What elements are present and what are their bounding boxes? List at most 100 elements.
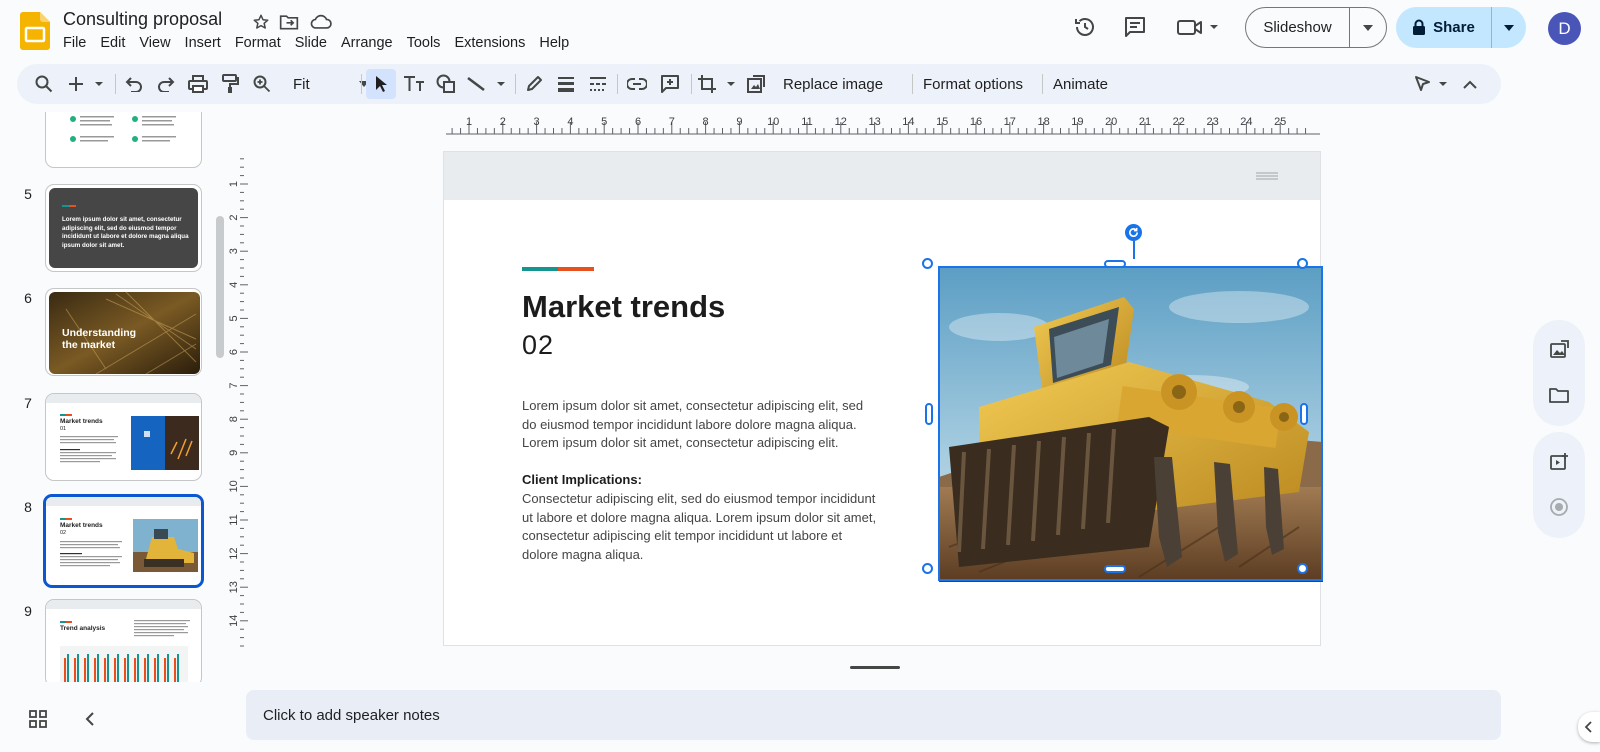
cloud-saved-icon[interactable] [310, 11, 332, 33]
slide-title[interactable]: Market trends [522, 289, 725, 325]
slide-filmstrip: 5 Lorem ipsum dolor sit amet, consectetu… [0, 112, 240, 682]
insert-link-icon[interactable] [622, 69, 652, 99]
comments-icon[interactable] [1117, 9, 1153, 45]
slide-canvas[interactable]: Market trends 02 Lorem ipsum dolor sit a… [245, 134, 1501, 646]
resize-handle-bottom[interactable] [1104, 565, 1126, 573]
ruler-label: 14 [228, 615, 240, 627]
menu-arrange[interactable]: Arrange [334, 33, 400, 53]
format-options-button[interactable]: Format options [919, 69, 1027, 99]
explore-image-icon[interactable] [1547, 338, 1571, 362]
slide-thumbnail-5[interactable]: Lorem ipsum dolor sit amet, consectetur … [45, 184, 202, 272]
text-box-icon[interactable] [399, 69, 429, 99]
record-icon[interactable] [1547, 495, 1571, 519]
replace-image-button[interactable]: Replace image [779, 69, 887, 99]
border-color-icon[interactable] [519, 69, 549, 99]
resize-handle-left[interactable] [925, 403, 933, 425]
resize-handle-bottom-left[interactable] [922, 563, 933, 574]
print-icon[interactable] [183, 69, 213, 99]
slide-thumbnail-9[interactable]: Trend analysis [45, 599, 202, 682]
replace-image-label: Replace image [783, 75, 884, 93]
undo-icon[interactable] [119, 69, 149, 99]
star-icon[interactable] [250, 11, 272, 33]
resize-handle-top-left[interactable] [922, 258, 933, 269]
redo-icon[interactable] [151, 69, 181, 99]
folder-icon[interactable] [1547, 383, 1571, 407]
select-tool-icon[interactable] [366, 69, 396, 99]
pointer-mode-icon[interactable] [1411, 69, 1455, 99]
border-weight-icon[interactable] [551, 69, 581, 99]
reset-image-icon[interactable] [741, 69, 771, 99]
slide-thumbnail-6[interactable]: Understanding the market [45, 288, 202, 376]
collapse-toolbar-icon[interactable] [1457, 69, 1483, 99]
menu-insert[interactable]: Insert [178, 33, 228, 53]
crop-image-icon[interactable] [695, 69, 739, 99]
resize-handle-right[interactable] [1300, 403, 1308, 425]
slide-body-text[interactable]: Lorem ipsum dolor sit amet, consectetur … [522, 397, 877, 453]
menu-tools[interactable]: Tools [400, 33, 448, 53]
animate-button[interactable]: Animate [1049, 69, 1112, 99]
speaker-notes-field[interactable]: Click to add speaker notes [246, 690, 1501, 740]
rotate-handle-icon[interactable] [1125, 224, 1142, 241]
implications-heading[interactable]: Client Implications: [522, 472, 642, 487]
ruler-label: 1 [228, 181, 240, 187]
shape-icon[interactable] [431, 69, 461, 99]
resize-handle-bottom-right[interactable] [1297, 563, 1308, 574]
menu-help[interactable]: Help [532, 33, 576, 53]
notes-resize-handle[interactable] [850, 666, 900, 669]
move-to-folder-icon[interactable] [278, 11, 300, 33]
slide-thumbnail-7[interactable]: Market trends 01 [45, 393, 202, 481]
share-options-dropdown[interactable] [1492, 7, 1526, 48]
meet-call-icon[interactable] [1172, 9, 1224, 45]
ruler-label: 23 [1206, 116, 1218, 128]
slide-thumbnail-8[interactable]: Market trends 02 [43, 494, 204, 588]
side-panel-toggle-icon[interactable] [1578, 712, 1600, 742]
line-tool-icon[interactable] [463, 69, 509, 99]
animate-label: Animate [1053, 75, 1109, 93]
slideshow-options-dropdown[interactable] [1350, 8, 1386, 47]
add-video-icon[interactable] [1547, 450, 1571, 474]
implications-body-text[interactable]: Consectetur adipiscing elit, sed do eius… [522, 490, 877, 564]
menu-slide[interactable]: Slide [288, 33, 334, 53]
slide-header-band [444, 152, 1320, 200]
add-comment-icon[interactable] [655, 69, 685, 99]
menu-extensions[interactable]: Extensions [447, 33, 532, 53]
slide-section-number[interactable]: 02 [522, 330, 554, 361]
ruler-label: 13 [868, 116, 880, 128]
lock-icon [1413, 19, 1426, 35]
current-slide[interactable]: Market trends 02 Lorem ipsum dolor sit a… [443, 151, 1323, 646]
slide-5-text: Lorem ipsum dolor sit amet, consectetur … [62, 216, 189, 249]
ruler-label: 2 [500, 116, 506, 128]
menu-view[interactable]: View [132, 33, 177, 53]
format-options-label: Format options [923, 75, 1024, 93]
main-toolbar: Fit Replace image Format options Animate [17, 64, 1501, 104]
slideshow-button[interactable]: Slideshow [1246, 8, 1350, 47]
new-slide-icon[interactable] [65, 69, 107, 99]
ruler-label: 9 [228, 450, 240, 456]
slide-number-9: 9 [24, 603, 32, 619]
resize-handle-top[interactable] [1104, 260, 1126, 268]
document-title[interactable]: Consulting proposal [63, 8, 222, 31]
ruler-label: 21 [1139, 116, 1151, 128]
paint-format-icon[interactable] [215, 69, 245, 99]
horizontal-ruler[interactable]: 1 2 3 4 5 6 7 8 9 10 11 12 13 14 15 16 17 18 19 20 21 22 23 24 2… [446, 116, 1320, 136]
account-avatar[interactable]: D [1548, 12, 1581, 45]
search-menus-icon[interactable] [29, 69, 59, 99]
filmstrip-scrollbar[interactable] [216, 216, 224, 358]
ruler-label: 8 [228, 416, 240, 422]
share-button[interactable]: Share [1396, 7, 1492, 48]
ruler-label: 3 [534, 116, 540, 128]
ruler-label: 4 [567, 116, 573, 128]
rotate-connector [1133, 241, 1135, 259]
border-dash-icon[interactable] [583, 69, 613, 99]
resize-handle-top-right[interactable] [1297, 258, 1308, 269]
menu-file[interactable]: File [56, 33, 93, 53]
menu-format[interactable]: Format [228, 33, 288, 53]
zoom-icon[interactable] [247, 69, 277, 99]
collapse-filmstrip-icon[interactable] [76, 705, 104, 733]
share-button-group: Share [1396, 7, 1526, 48]
slide-thumbnail-4[interactable] [45, 112, 202, 168]
version-history-icon[interactable] [1067, 9, 1103, 45]
slides-logo-icon[interactable] [20, 12, 50, 50]
menu-edit[interactable]: Edit [93, 33, 132, 53]
grid-view-icon[interactable] [24, 705, 52, 733]
